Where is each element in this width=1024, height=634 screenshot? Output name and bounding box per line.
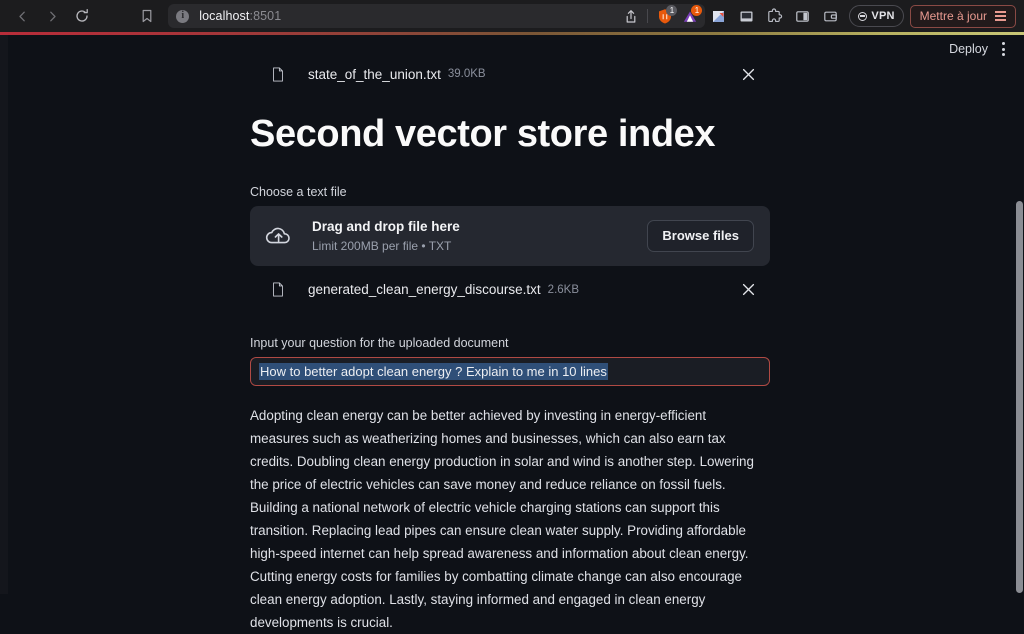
url-port: :8501 [249,9,282,23]
address-bar[interactable]: i localhost:8501 1 1 [168,4,706,28]
file-icon [250,279,284,300]
file-glyph [273,282,283,297]
vpn-icon [858,11,868,21]
close-icon [742,68,754,80]
remove-file-button[interactable] [737,279,759,301]
info-icon[interactable]: i [176,9,190,23]
browse-files-button[interactable]: Browse files [647,219,754,252]
question-input[interactable]: How to better adopt clean energy ? Expla… [250,356,770,386]
question-label: Input your question for the uploaded doc… [250,335,509,350]
main-content: state_of_the_union.txt 39.0KB Second vec… [250,35,770,634]
navigation-buttons [0,3,96,29]
reload-icon [76,8,88,22]
page-title: Second vector store index [250,113,716,155]
bookmark-icon [142,9,152,23]
puzzle-extensions-icon[interactable] [761,3,787,29]
remove-file-button[interactable] [737,63,759,85]
update-label: Mettre à jour [919,9,987,23]
sidebar-glyph [796,10,809,22]
hamburger-icon[interactable] [995,11,1006,21]
back-button[interactable] [8,3,36,29]
kebab-menu-icon[interactable] [992,38,1014,60]
browser-toolbar-right: VPN Mettre à jour [705,3,1024,29]
toolbar-divider [647,9,649,23]
app-icon[interactable] [705,3,731,29]
vertical-scrollbar[interactable] [1016,201,1023,593]
extension-badge-count: 1 [666,5,678,16]
browser-toolbar: i localhost:8501 1 1 VPN Mettre à jour [0,0,1024,32]
file-size: 39.0KB [447,68,486,80]
cloud-upload-glyph [265,227,290,243]
chevron-left-icon [18,11,25,21]
app-glyph [712,10,724,22]
file-glyph [273,66,283,82]
address-bar-actions: 1 1 [621,4,703,28]
chevron-right-icon [49,11,56,21]
sidebar-toggle-icon[interactable] [789,3,815,29]
share-icon [627,9,636,23]
close-icon [742,283,754,296]
left-gutter [0,35,8,594]
screen-glyph [740,11,753,21]
wallet-glyph [824,11,837,21]
url-host: localhost [199,9,250,23]
update-button[interactable]: Mettre à jour [909,4,1016,28]
dropzone-title: Drag and drop file here [312,219,460,235]
wallet-icon[interactable] [817,3,843,29]
deploy-button[interactable]: Deploy [949,42,988,56]
vpn-button[interactable]: VPN [849,5,904,27]
cloud-upload-icon [264,224,308,248]
file-uploader-label: Choose a text file [250,184,347,199]
extension-badge-count: 1 [691,5,703,16]
question-value: How to better adopt clean energy ? Expla… [259,362,608,380]
shield-extension-icon[interactable]: 1 [654,5,678,26]
uploaded-file-row: state_of_the_union.txt 39.0KB [250,57,770,91]
dropzone-texts: Drag and drop file here Limit 200MB per … [312,218,460,252]
streamlit-app: Deploy state_of_the_union.txt 39.0KB Sec… [0,35,1024,630]
file-name: state_of_the_union.txt [308,66,441,82]
file-size: 2.6KB [547,283,579,296]
uploaded-file-row: generated_clean_energy_discourse.txt 2.6… [250,273,770,307]
file-dropzone[interactable]: Drag and drop file here Limit 200MB per … [250,205,770,266]
reload-button[interactable] [68,3,96,29]
triangle-extension-icon[interactable]: 1 [679,5,703,26]
file-icon [250,64,284,85]
url-text: localhost:8501 [199,9,281,23]
dropzone-limit: Limit 200MB per file • TXT [312,238,452,253]
vpn-label: VPN [871,10,895,22]
bookmark-button[interactable] [133,3,160,29]
file-name: generated_clean_energy_discourse.txt [308,282,541,298]
puzzle-glyph [768,8,783,22]
screen-icon[interactable] [733,3,759,29]
answer-text: Adopting clean energy can be better achi… [250,407,754,630]
share-button[interactable] [621,6,641,26]
forward-button[interactable] [38,3,66,29]
